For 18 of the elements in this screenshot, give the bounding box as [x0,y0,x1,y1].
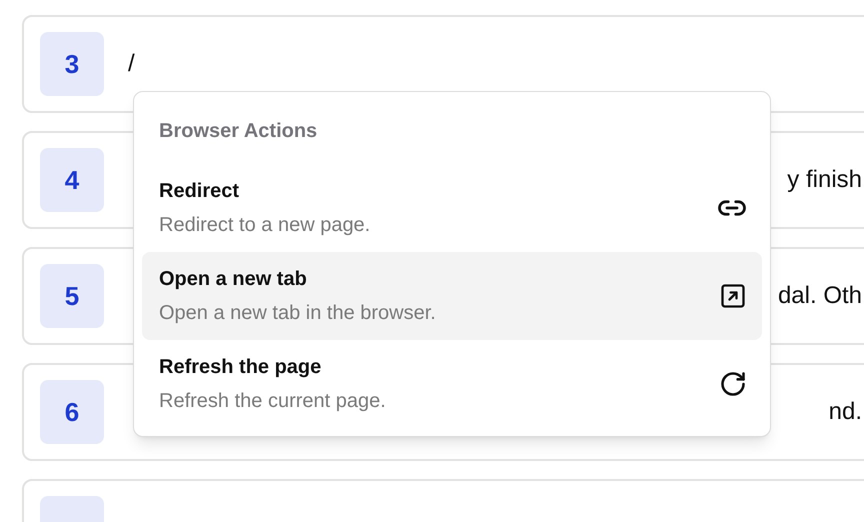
step-number: 4 [40,148,104,212]
row-text: nd. [828,397,862,427]
arrow-box-icon [719,282,747,310]
step-number: 3 [40,32,104,96]
menu-item-title: Refresh the page [159,355,322,380]
menu-item-title: Open a new tab [159,267,308,292]
menu-item[interactable]: Open a new tab Open a new tab in the browser. [142,252,762,340]
menu-heading: Browser Actions [158,119,318,144]
step-number: 6 [40,380,104,444]
step-number: 5 [40,264,104,328]
menu-item-description: Open a new tab in the browser. [159,301,436,326]
row-text: / [128,49,135,79]
row-text: dal. Oth [778,281,862,311]
menu-item-description: Refresh the current page. [159,389,386,414]
menu-item-title: Redirect [159,179,240,204]
row-text: y finish [787,165,862,195]
menu-item-description: Redirect to a new page. [159,213,370,238]
refresh-icon [719,370,747,398]
